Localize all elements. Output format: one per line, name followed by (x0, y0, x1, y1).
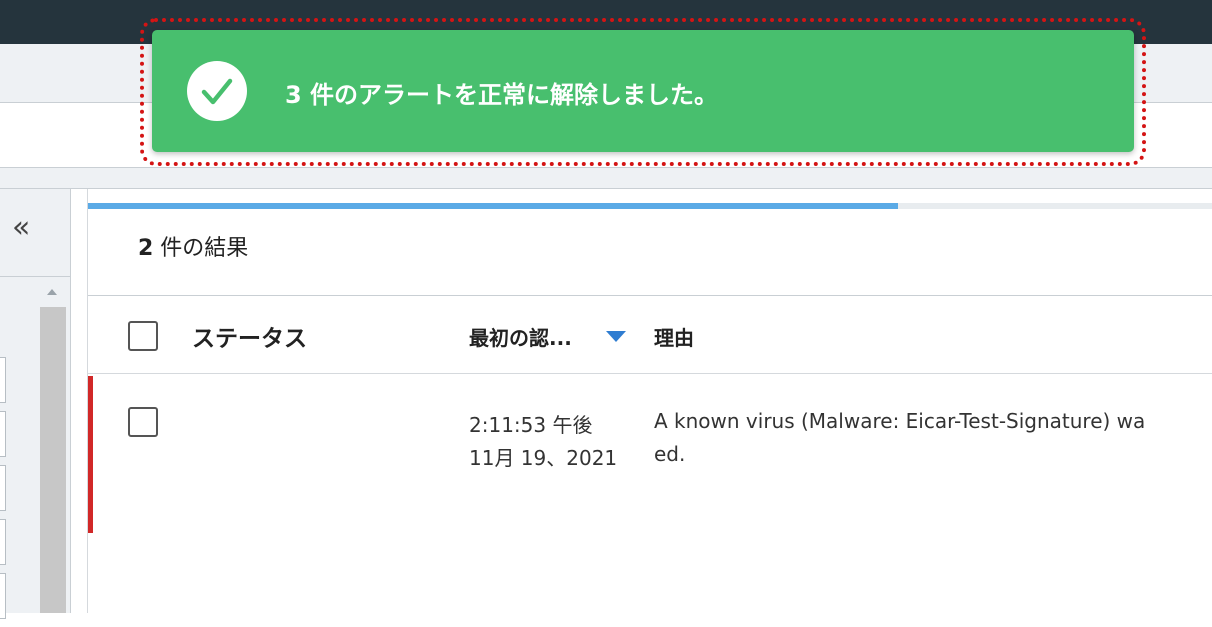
row-checkbox[interactable] (128, 407, 158, 437)
content-top-strip (0, 168, 1212, 189)
sidebar-filter-item[interactable] (0, 357, 6, 403)
column-header-first-seen[interactable]: 最初の認... (469, 322, 572, 351)
reason-text-line-2: ed. (654, 442, 686, 466)
column-header-status[interactable]: ステータス (192, 319, 307, 353)
toast-message: 3 件のアラートを正常に解除しました。 (285, 81, 719, 109)
column-header-reason[interactable]: 理由 (654, 322, 694, 351)
double-chevron-left-icon[interactable]: « (12, 213, 30, 243)
loading-progress-fill (88, 203, 898, 209)
sidebar-filter-item[interactable] (0, 411, 6, 457)
first-seen-date: 11月 19、2021 (469, 446, 618, 470)
sidebar-filter-item[interactable] (0, 519, 6, 565)
sidebar-divider (0, 276, 70, 277)
sidebar-scrollbar[interactable] (40, 307, 66, 613)
success-toast[interactable]: 3 件のアラートを正常に解除しました。 (152, 30, 1134, 152)
scroll-up-arrow-icon[interactable] (47, 289, 57, 295)
sidebar: « (0, 189, 71, 619)
first-seen-time: 2:11:53 午後 (469, 413, 593, 437)
select-all-checkbox[interactable] (128, 321, 158, 351)
sort-desc-icon[interactable] (606, 331, 626, 342)
check-circle-icon (187, 61, 247, 121)
sidebar-filter-item[interactable] (0, 573, 6, 619)
results-count-number: 2 (138, 236, 154, 261)
reason-text-line-1: A known virus (Malware: Eicar-Test-Signa… (654, 409, 1146, 433)
results-count: 2 件の結果 (138, 233, 248, 265)
sidebar-filter-list (0, 357, 6, 627)
table-row-divider (88, 373, 1212, 374)
severity-indicator (88, 376, 93, 533)
results-count-label: 件の結果 (153, 236, 249, 261)
alerts-panel: 2 件の結果 ステータス 最初の認... 理由 2:11:53 午後 11月 1… (87, 189, 1212, 613)
table-header-divider (88, 295, 1212, 296)
sidebar-filter-item[interactable] (0, 465, 6, 511)
